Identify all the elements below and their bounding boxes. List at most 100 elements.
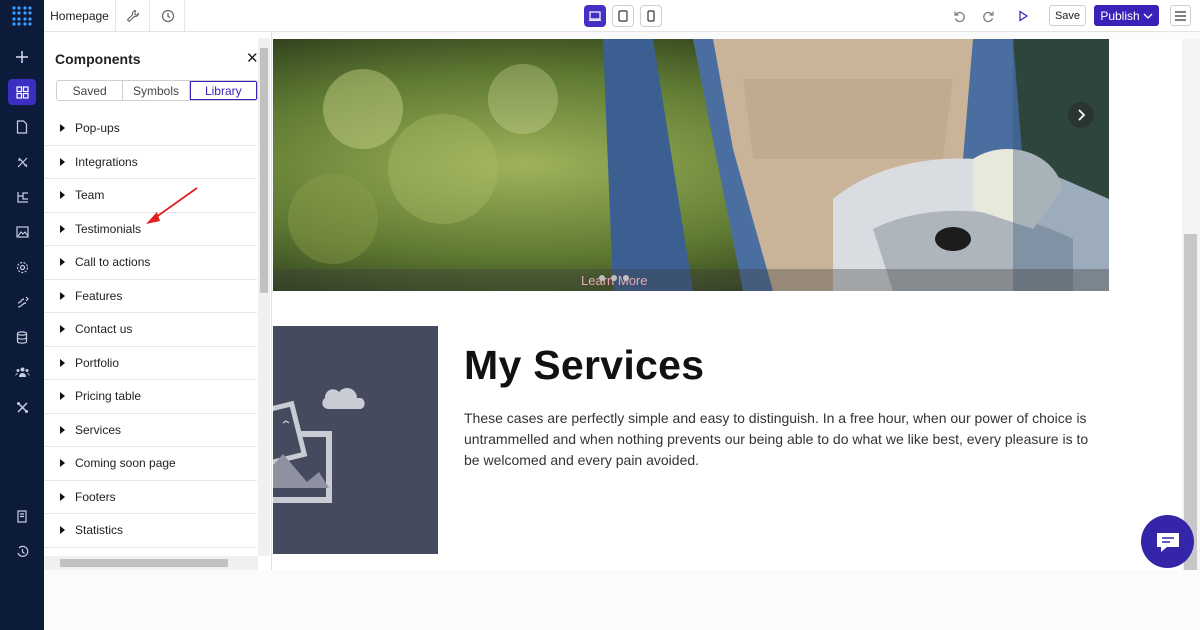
caret-right-icon bbox=[60, 258, 65, 267]
tablet-icon bbox=[618, 10, 628, 22]
publish-label: Publish bbox=[1100, 8, 1140, 23]
image-placeholder-icon bbox=[273, 388, 365, 503]
category-label: Statistics bbox=[75, 523, 124, 538]
scrollbar-thumb[interactable] bbox=[260, 48, 268, 293]
panel-vertical-scrollbar[interactable] bbox=[258, 38, 270, 556]
caret-right-icon bbox=[60, 191, 65, 200]
services-image-placeholder[interactable] bbox=[273, 326, 438, 554]
save-button[interactable]: Save bbox=[1049, 5, 1086, 26]
caret-right-icon bbox=[60, 325, 65, 334]
scrollbar-thumb[interactable] bbox=[60, 559, 228, 567]
plus-icon[interactable] bbox=[8, 44, 36, 70]
preview-play-icon[interactable] bbox=[1009, 0, 1037, 32]
app-logo[interactable] bbox=[0, 0, 44, 32]
database-icon[interactable] bbox=[8, 324, 36, 350]
component-category-list: Pop-ups Integrations Team Testimonials C… bbox=[44, 112, 257, 548]
logo-icon bbox=[12, 6, 32, 26]
caret-right-icon bbox=[60, 291, 65, 300]
services-paragraph[interactable]: These cases are perfectly simple and eas… bbox=[464, 408, 1104, 471]
services-heading[interactable]: My Services bbox=[464, 342, 704, 389]
chevron-down-icon bbox=[1143, 13, 1153, 19]
redo-icon[interactable] bbox=[974, 0, 1002, 32]
category-pop-ups[interactable]: Pop-ups bbox=[44, 112, 257, 146]
users-icon[interactable] bbox=[8, 359, 36, 385]
category-pricing-table[interactable]: Pricing table bbox=[44, 380, 257, 414]
tab-symbols[interactable]: Symbols bbox=[123, 81, 190, 100]
page-icon[interactable] bbox=[8, 114, 36, 140]
history-icon[interactable] bbox=[8, 538, 36, 564]
settings-icon[interactable] bbox=[8, 254, 36, 280]
canvas-vertical-scrollbar[interactable] bbox=[1182, 39, 1200, 570]
tablet-view-button[interactable] bbox=[612, 5, 634, 27]
category-integrations[interactable]: Integrations bbox=[44, 146, 257, 179]
hierarchy-icon[interactable] bbox=[8, 184, 36, 210]
slider-dot[interactable] bbox=[599, 275, 605, 281]
category-call-to-actions[interactable]: Call to actions bbox=[44, 246, 257, 280]
caret-right-icon bbox=[60, 392, 65, 401]
category-label: Footers bbox=[75, 489, 116, 504]
category-portfolio[interactable]: Portfolio bbox=[44, 347, 257, 380]
category-label: Team bbox=[75, 188, 105, 203]
category-features[interactable]: Features bbox=[44, 280, 257, 313]
caret-right-icon bbox=[60, 459, 65, 468]
desktop-icon bbox=[589, 11, 601, 21]
category-team[interactable]: Team bbox=[44, 179, 257, 213]
caret-right-icon bbox=[60, 526, 65, 535]
category-footers[interactable]: Footers bbox=[44, 481, 257, 514]
tools-icon[interactable] bbox=[8, 149, 36, 175]
category-services[interactable]: Services bbox=[44, 414, 257, 447]
hero-slider[interactable]: Learn More bbox=[273, 39, 1109, 291]
panel-horizontal-scrollbar[interactable] bbox=[44, 556, 258, 570]
slider-dot[interactable] bbox=[623, 275, 629, 281]
category-label: Features bbox=[75, 288, 123, 303]
caret-right-icon bbox=[60, 358, 65, 367]
caret-right-icon bbox=[60, 124, 65, 133]
category-statistics[interactable]: Statistics bbox=[44, 514, 257, 548]
category-label: Pricing table bbox=[75, 389, 142, 404]
advanced-tools-icon[interactable] bbox=[8, 394, 36, 420]
clock-icon[interactable] bbox=[151, 0, 185, 32]
chevron-right-icon[interactable] bbox=[1068, 102, 1094, 128]
publish-button[interactable]: Publish bbox=[1094, 5, 1159, 26]
chat-support-button[interactable] bbox=[1141, 515, 1194, 568]
mobile-icon bbox=[647, 10, 655, 22]
category-label: Portfolio bbox=[75, 355, 120, 370]
mobile-view-button[interactable] bbox=[640, 5, 662, 27]
scrollbar-thumb[interactable] bbox=[1184, 234, 1197, 570]
image-icon[interactable] bbox=[8, 219, 36, 245]
category-contact-us[interactable]: Contact us bbox=[44, 313, 257, 347]
learn-more-bar[interactable]: Learn More bbox=[273, 269, 1109, 291]
top-toolbar: Homepage Save Publish bbox=[0, 0, 1200, 32]
wrench-icon[interactable] bbox=[116, 0, 150, 32]
panel-tabs: Saved Symbols Library bbox=[56, 80, 258, 101]
hamburger-menu-button[interactable] bbox=[1170, 5, 1191, 26]
tab-library[interactable]: Library bbox=[189, 81, 257, 100]
category-coming-soon-page[interactable]: Coming soon page bbox=[44, 447, 257, 481]
category-label: Call to actions bbox=[75, 255, 151, 270]
category-label: Testimonials bbox=[75, 221, 142, 236]
hero-photo bbox=[273, 39, 1109, 291]
components-icon[interactable] bbox=[8, 79, 36, 105]
caret-right-icon bbox=[60, 425, 65, 434]
category-label: Integrations bbox=[75, 154, 138, 169]
slider-dots bbox=[599, 275, 629, 281]
desktop-view-button[interactable] bbox=[584, 5, 606, 27]
category-label: Coming soon page bbox=[75, 456, 176, 471]
components-panel: Components ✕ Saved Symbols Library Pop-u… bbox=[44, 32, 272, 570]
editor-canvas[interactable]: Learn More My Services These cases are p… bbox=[272, 39, 1182, 570]
hamburger-icon bbox=[1175, 10, 1186, 21]
undo-icon[interactable] bbox=[945, 0, 973, 32]
category-label: Services bbox=[75, 422, 122, 437]
integrations-icon[interactable] bbox=[8, 289, 36, 315]
caret-right-icon bbox=[60, 157, 65, 166]
caret-right-icon bbox=[60, 492, 65, 501]
panel-title: Components bbox=[55, 51, 141, 67]
tab-saved[interactable]: Saved bbox=[57, 81, 124, 100]
page-selector[interactable]: Homepage bbox=[44, 0, 116, 32]
caret-right-icon bbox=[60, 224, 65, 233]
category-testimonials[interactable]: Testimonials bbox=[44, 213, 257, 246]
docs-icon[interactable] bbox=[8, 503, 36, 529]
slider-dot[interactable] bbox=[611, 275, 617, 281]
close-icon[interactable]: ✕ bbox=[246, 49, 259, 67]
category-label: Pop-ups bbox=[75, 121, 120, 136]
